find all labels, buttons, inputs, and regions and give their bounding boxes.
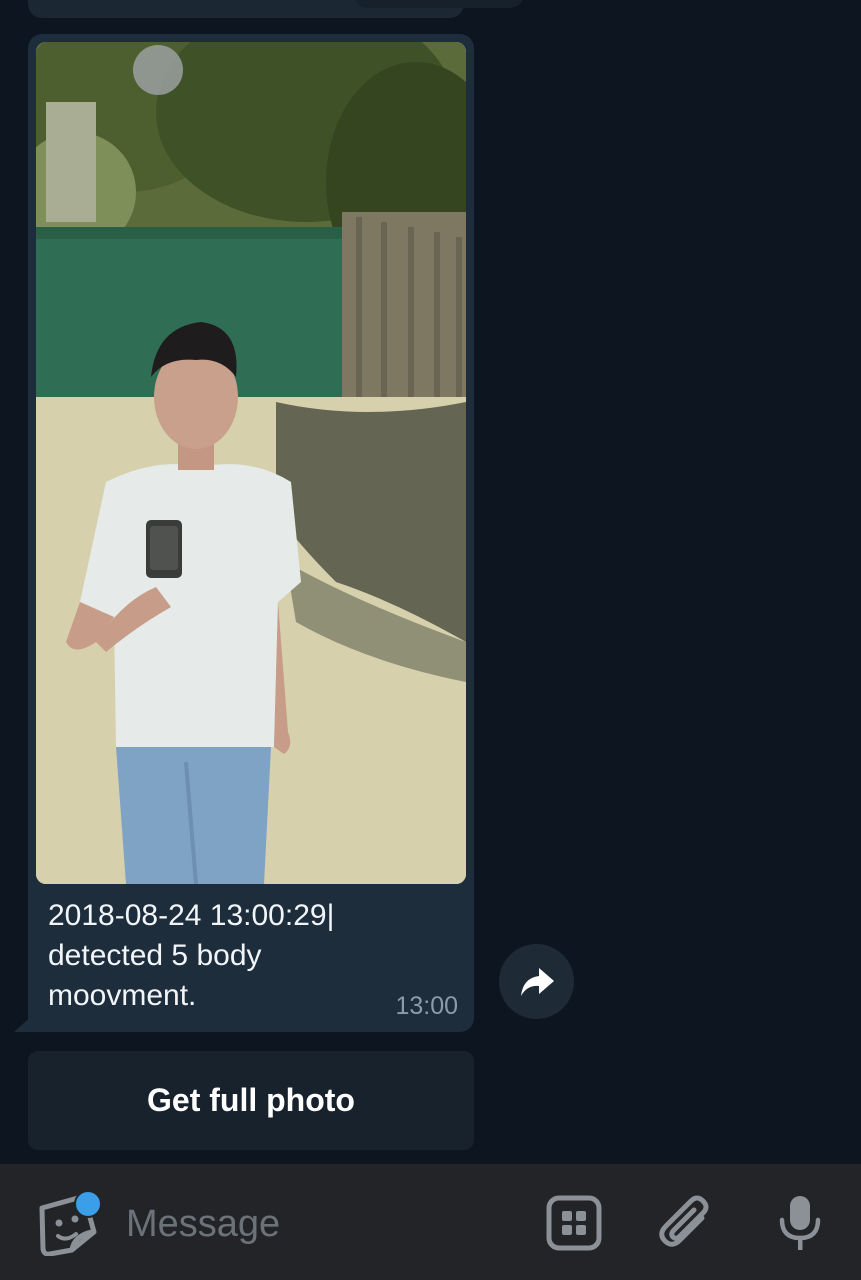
share-forward-button[interactable] xyxy=(499,944,574,1019)
bot-commands-icon[interactable] xyxy=(544,1192,604,1254)
share-forward-icon xyxy=(520,967,554,996)
chat-screen: 2018-08-24 13:00:29| detected 5 body moo… xyxy=(0,0,861,1280)
get-full-photo-button[interactable]: Get full photo xyxy=(28,1051,474,1150)
message-caption: 2018-08-24 13:00:29| detected 5 body moo… xyxy=(48,899,335,1012)
photo-message-bubble[interactable]: 2018-08-24 13:00:29| detected 5 body moo… xyxy=(28,34,474,1032)
previous-share-button[interactable] xyxy=(354,0,524,8)
previous-message-bubble xyxy=(28,0,524,18)
message-time: 13:00 xyxy=(395,992,458,1020)
paperclip-icon[interactable] xyxy=(656,1192,716,1254)
message-input[interactable] xyxy=(126,1198,516,1250)
message-photo[interactable] xyxy=(36,42,466,884)
new-sticker-badge xyxy=(74,1190,102,1218)
microphone-icon[interactable] xyxy=(770,1192,830,1254)
